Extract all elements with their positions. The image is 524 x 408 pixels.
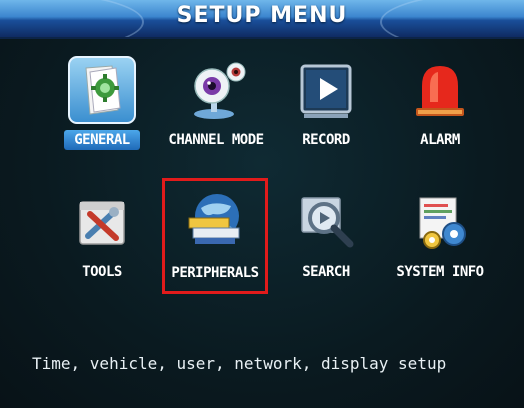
webcam-icon [194, 62, 246, 119]
menu-item-label: PERIPHERALS [171, 265, 259, 281]
globe-devices-icon [188, 194, 240, 244]
menu-item-label: RECORD [302, 132, 350, 148]
play-screen-icon [300, 64, 352, 118]
menu-item-general[interactable]: GENERAL [50, 52, 154, 156]
menu-item-search[interactable]: SEARCH [274, 184, 378, 288]
menu-item-record[interactable]: RECORD [274, 52, 378, 156]
menu-item-label: SEARCH [302, 264, 350, 280]
title-bar: SETUP MENU [0, 0, 524, 39]
menu-item-system-info[interactable]: SYSTEM INFO [388, 184, 492, 288]
document-gear-icon [68, 56, 136, 124]
menu-item-peripherals[interactable]: PERIPHERALS [162, 178, 268, 294]
menu-item-label: SYSTEM INFO [396, 264, 484, 280]
tools-icon [79, 201, 125, 245]
status-description: Time, vehicle, user, network, display se… [32, 354, 447, 373]
menu-item-channel-mode[interactable]: CHANNEL MODE [164, 52, 268, 156]
menu-item-label: GENERAL [64, 130, 140, 150]
search-magnifier-icon [301, 197, 354, 248]
alarm-siren-icon [416, 66, 464, 116]
menu-item-label: ALARM [420, 132, 460, 148]
menu-item-label: TOOLS [82, 264, 122, 280]
page-title: SETUP MENU [176, 3, 348, 28]
menu-item-alarm[interactable]: ALARM [388, 52, 492, 156]
setup-screen: SETUP MENU GENERAL CHANNEL MODE RECORD A… [0, 0, 524, 408]
system-info-gears-icon [419, 197, 466, 249]
menu-item-tools[interactable]: TOOLS [50, 184, 154, 288]
menu-item-label: CHANNEL MODE [168, 132, 264, 148]
